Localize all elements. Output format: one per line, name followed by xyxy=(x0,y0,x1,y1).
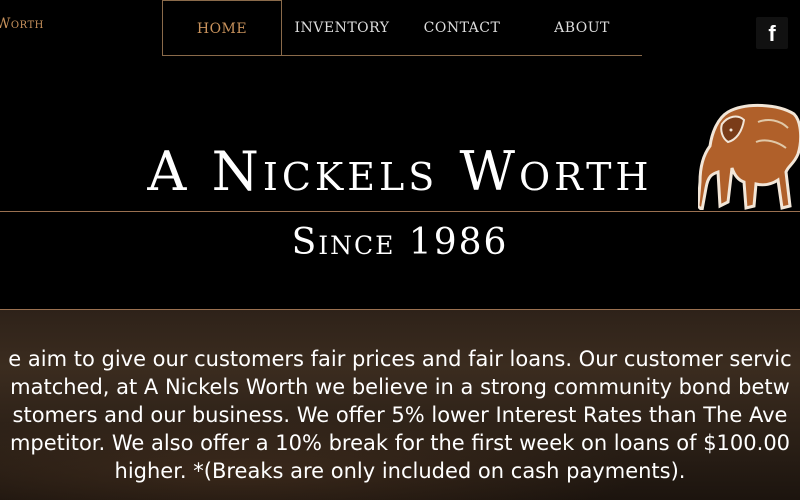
site-title: A Nickels Worth xyxy=(147,140,653,203)
nav-about[interactable]: ABOUT xyxy=(522,0,642,55)
about-line: matched, at A Nickels Worth we believe i… xyxy=(10,375,790,399)
about-text: e aim to give our customers fair prices … xyxy=(0,345,800,485)
nav-contact[interactable]: CONTACT xyxy=(402,0,522,55)
facebook-icon: f xyxy=(768,21,776,46)
brand-link[interactable]: Worth xyxy=(0,16,44,32)
facebook-button[interactable]: f xyxy=(756,17,788,49)
site-subtitle: Since 1986 xyxy=(291,222,509,263)
divider-top xyxy=(0,211,800,212)
nav-home[interactable]: HOME xyxy=(162,0,282,55)
about-line: stomers and our business. We offer 5% lo… xyxy=(12,403,788,427)
about-line: mpetitor. We also offer a 10% break for … xyxy=(9,431,791,455)
about-section: e aim to give our customers fair prices … xyxy=(0,310,800,500)
nav-inventory[interactable]: INVENTORY xyxy=(282,0,402,55)
about-line: e aim to give our customers fair prices … xyxy=(8,347,792,371)
about-line: higher. *(Breaks are only included on ca… xyxy=(114,459,686,483)
main-nav: HOME INVENTORY CONTACT ABOUT xyxy=(162,0,642,56)
